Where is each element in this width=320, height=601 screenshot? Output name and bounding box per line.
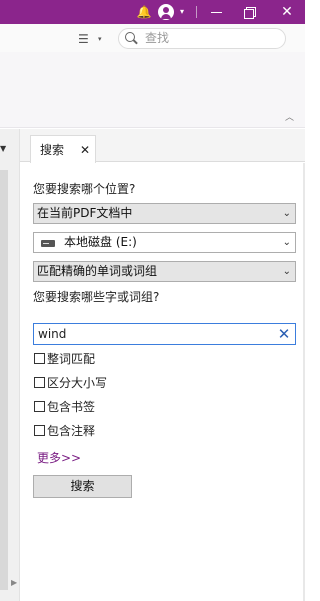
case-sensitive-checkbox[interactable] xyxy=(34,377,45,388)
chevron-down-icon: ⌄ xyxy=(282,208,291,219)
drive-icon xyxy=(41,240,55,247)
match-mode-value: 匹配精确的单词或词组 xyxy=(37,264,158,278)
ribbon-area xyxy=(0,52,305,128)
whole-word-checkbox[interactable] xyxy=(34,353,45,364)
chevron-down-icon: ⌄ xyxy=(282,266,291,277)
close-icon[interactable]: ✕ xyxy=(80,143,90,157)
where-label: 您要搜索哪个位置? xyxy=(33,182,136,196)
location-select[interactable]: 在当前PDF文档中 ⌄ xyxy=(33,203,296,224)
case-sensitive-label: 区分大小写 xyxy=(47,376,108,390)
account-icon[interactable] xyxy=(158,4,174,20)
chevron-up-icon[interactable]: ︿ xyxy=(285,113,297,123)
chevron-down-icon[interactable]: ▾ xyxy=(98,30,108,48)
clear-icon[interactable]: ✕ xyxy=(276,325,292,343)
match-mode-select[interactable]: 匹配精确的单词或词组 ⌄ xyxy=(33,261,296,282)
chevron-down-icon: ⌄ xyxy=(282,237,291,248)
title-bar-separator xyxy=(196,6,197,18)
search-button[interactable]: 搜索 xyxy=(33,475,132,498)
search-icon xyxy=(124,31,138,45)
include-comments-label: 包含注释 xyxy=(47,424,96,438)
whole-word-label: 整词匹配 xyxy=(47,352,96,366)
include-bookmarks-label: 包含书签 xyxy=(47,400,96,414)
chevron-down-icon[interactable]: ▾ xyxy=(176,0,188,24)
search-input[interactable] xyxy=(118,28,286,49)
scrollbar[interactable] xyxy=(0,170,8,590)
drive-select[interactable]: 本地磁盘 (E:) ⌄ xyxy=(33,232,296,253)
include-comments-checkbox[interactable] xyxy=(34,425,45,436)
panel-edge xyxy=(303,163,305,601)
caret-down-icon[interactable]: ▼ xyxy=(0,144,8,154)
restore-icon[interactable] xyxy=(236,0,264,24)
more-options-link[interactable]: 更多>> xyxy=(37,451,81,465)
arrow-right-icon[interactable]: ▶ xyxy=(11,578,19,588)
bell-icon[interactable]: 🔔 xyxy=(134,0,154,24)
include-bookmarks-checkbox[interactable] xyxy=(34,401,45,412)
what-label: 您要搜索哪些字或词组? xyxy=(33,290,160,304)
minimize-icon[interactable] xyxy=(203,0,231,24)
tab-label: 搜索 xyxy=(40,143,65,157)
search-placeholder: 查找 xyxy=(145,31,170,45)
query-input[interactable]: wind xyxy=(33,323,296,345)
location-select-value: 在当前PDF文档中 xyxy=(37,206,133,220)
drive-select-value: 本地磁盘 (E:) xyxy=(64,235,137,249)
close-icon[interactable]: ✕ xyxy=(272,0,302,24)
